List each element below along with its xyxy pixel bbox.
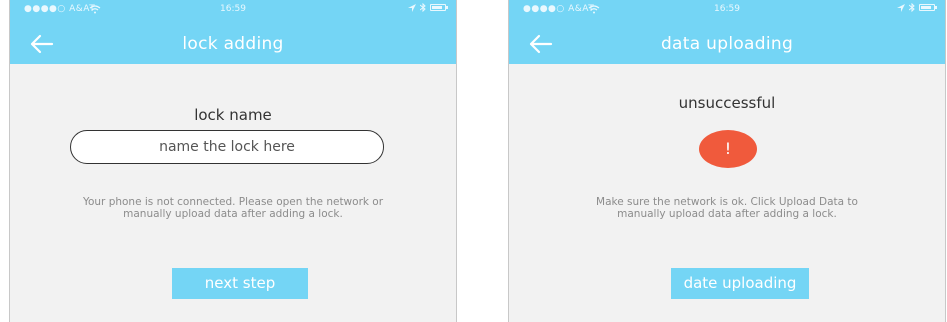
carrier-label: ●●●●○ A&AT — [523, 4, 595, 14]
carrier-label: ●●●●○ A&AT — [24, 4, 96, 14]
location-arrow-icon — [408, 3, 416, 12]
location-arrow-icon — [897, 3, 905, 12]
lock-name-input[interactable] — [70, 130, 384, 164]
message-line: manually upload data after adding a lock… — [617, 208, 837, 220]
lock-adding-screen: ●●●●○ A&AT 16:59 lock adding lock name Y… — [9, 0, 457, 322]
navigation-bar: lock adding — [10, 24, 456, 64]
message-line: manually upload data after adding a lock… — [123, 208, 343, 220]
clock-label: 16:59 — [220, 4, 246, 14]
header-bar: ●●●●○ A&AT 16:59 data uploading — [509, 0, 945, 64]
wifi-icon — [89, 5, 101, 14]
message-line: Your phone is not connected. Please open… — [82, 196, 384, 208]
battery-icon — [919, 4, 937, 11]
clock-label: 16:59 — [714, 4, 740, 14]
status-bar: ●●●●○ A&AT 16:59 — [10, 2, 456, 18]
status-icons — [897, 3, 937, 12]
status-icons — [408, 3, 448, 12]
wifi-icon — [588, 5, 600, 14]
next-step-button[interactable]: next step — [172, 268, 308, 299]
navigation-bar: data uploading — [509, 24, 945, 64]
message-line: Make sure the network is ok. Click Uploa… — [596, 196, 858, 208]
bluetooth-icon — [420, 3, 426, 12]
result-label: unsuccessful — [678, 94, 776, 112]
status-bar: ●●●●○ A&AT 16:59 — [509, 2, 945, 18]
connection-message: Your phone is not connected. Please open… — [10, 196, 456, 220]
bluetooth-icon — [909, 3, 915, 12]
battery-icon — [430, 4, 448, 11]
upload-data-button[interactable]: date uploading — [671, 268, 809, 299]
exclamation-icon: ! — [699, 130, 757, 168]
page-title: data uploading — [660, 34, 794, 54]
network-message: Make sure the network is ok. Click Uploa… — [509, 196, 945, 220]
header-bar: ●●●●○ A&AT 16:59 lock adding — [10, 0, 456, 64]
data-uploading-screen: ●●●●○ A&AT 16:59 data uploading unsucces… — [508, 0, 946, 322]
page-title: lock adding — [182, 34, 284, 54]
lock-name-label: lock name — [194, 106, 272, 124]
